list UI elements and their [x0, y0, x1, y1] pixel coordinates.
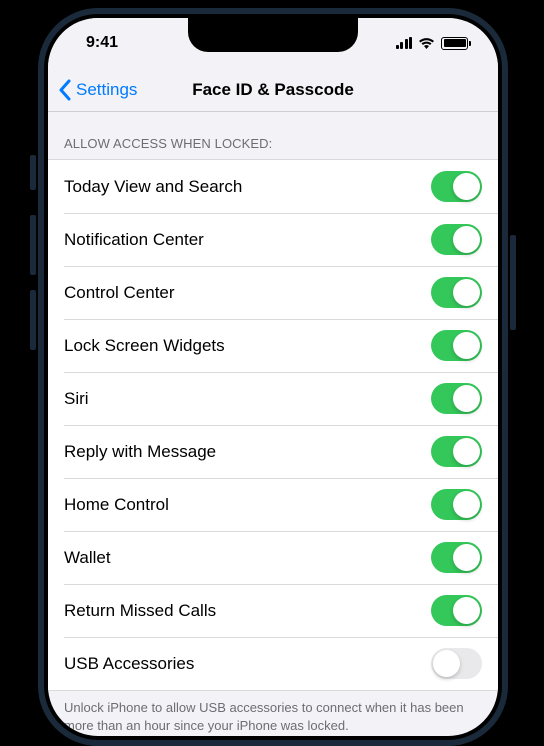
- settings-row-siri: Siri: [48, 372, 498, 425]
- toggle-home-control[interactable]: [431, 489, 482, 520]
- back-label: Settings: [76, 80, 137, 100]
- settings-row-usb-accessories: USB Accessories: [48, 637, 498, 690]
- phone-frame: 9:41 Set: [38, 8, 508, 746]
- status-time: 9:41: [86, 34, 118, 52]
- content-scroll[interactable]: ALLOW ACCESS WHEN LOCKED: Today View and…: [48, 112, 498, 736]
- settings-row-today-view-and-search: Today View and Search: [48, 160, 498, 213]
- toggle-lock-screen-widgets[interactable]: [431, 330, 482, 361]
- status-indicators: [396, 37, 469, 50]
- toggle-notification-center[interactable]: [431, 224, 482, 255]
- row-label: Control Center: [64, 283, 175, 303]
- toggle-wallet[interactable]: [431, 542, 482, 573]
- row-label: Return Missed Calls: [64, 601, 216, 621]
- toggle-today-view-and-search[interactable]: [431, 171, 482, 202]
- battery-icon: [441, 37, 468, 50]
- wifi-icon: [418, 37, 435, 49]
- row-label: Home Control: [64, 495, 169, 515]
- settings-row-home-control: Home Control: [48, 478, 498, 531]
- settings-row-reply-with-message: Reply with Message: [48, 425, 498, 478]
- row-label: Wallet: [64, 548, 111, 568]
- row-label: Today View and Search: [64, 177, 242, 197]
- back-button[interactable]: Settings: [48, 79, 137, 101]
- toggle-reply-with-message[interactable]: [431, 436, 482, 467]
- volume-down-button[interactable]: [30, 290, 36, 350]
- row-label: Lock Screen Widgets: [64, 336, 225, 356]
- power-button[interactable]: [510, 235, 516, 330]
- volume-up-button[interactable]: [30, 215, 36, 275]
- settings-row-return-missed-calls: Return Missed Calls: [48, 584, 498, 637]
- row-label: USB Accessories: [64, 654, 194, 674]
- notch: [188, 18, 358, 52]
- cellular-signal-icon: [396, 37, 413, 49]
- settings-row-control-center: Control Center: [48, 266, 498, 319]
- toggle-return-missed-calls[interactable]: [431, 595, 482, 626]
- toggle-siri[interactable]: [431, 383, 482, 414]
- chevron-left-icon: [58, 79, 72, 101]
- section-header: ALLOW ACCESS WHEN LOCKED:: [48, 112, 498, 159]
- settings-row-lock-screen-widgets: Lock Screen Widgets: [48, 319, 498, 372]
- settings-row-notification-center: Notification Center: [48, 213, 498, 266]
- toggle-usb-accessories[interactable]: [431, 648, 482, 679]
- row-label: Reply with Message: [64, 442, 216, 462]
- row-label: Siri: [64, 389, 89, 409]
- silent-switch[interactable]: [30, 155, 36, 190]
- settings-list: Today View and Search Notification Center…: [48, 159, 498, 691]
- navigation-bar: Settings Face ID & Passcode: [48, 68, 498, 112]
- settings-row-wallet: Wallet: [48, 531, 498, 584]
- page-title: Face ID & Passcode: [192, 80, 354, 100]
- row-label: Notification Center: [64, 230, 204, 250]
- toggle-control-center[interactable]: [431, 277, 482, 308]
- screen: 9:41 Set: [48, 18, 498, 736]
- section-footer: Unlock iPhone to allow USB accessories t…: [48, 691, 498, 736]
